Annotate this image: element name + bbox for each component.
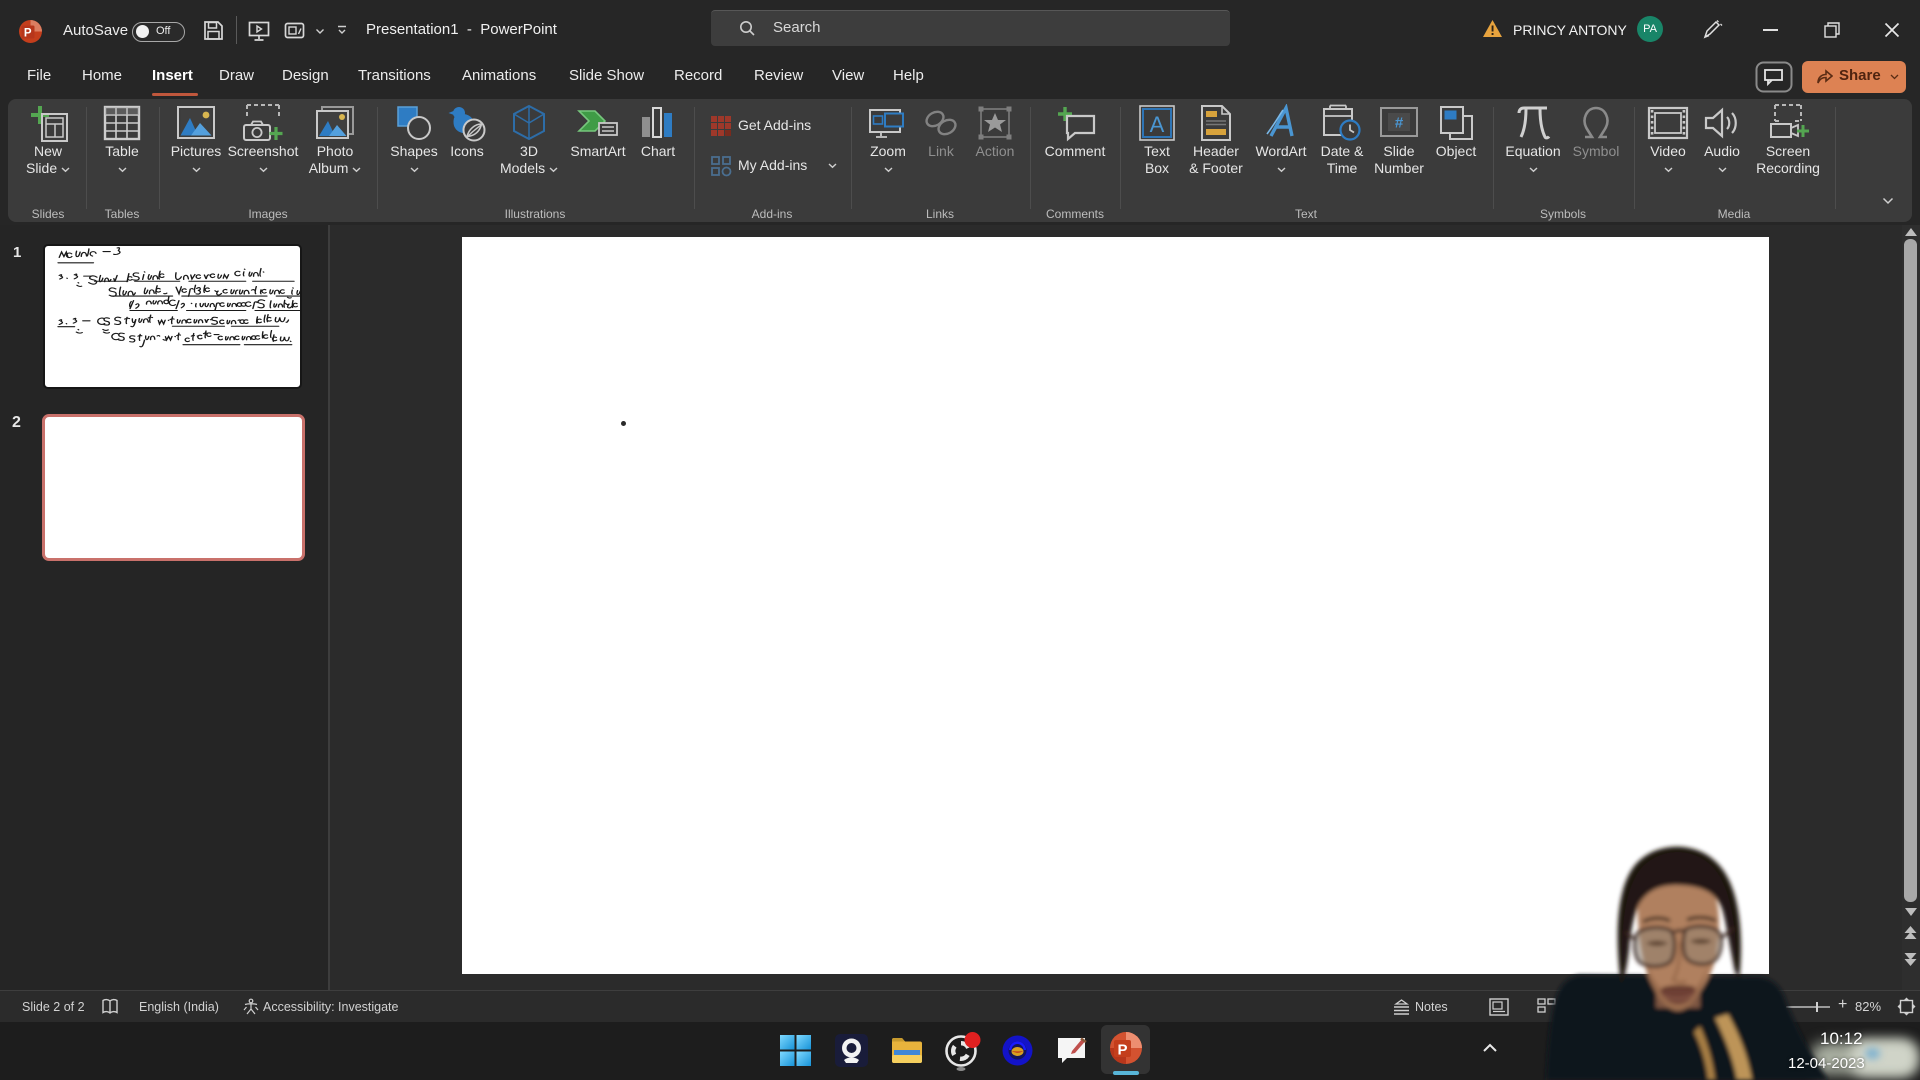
svg-text:P: P [24, 28, 32, 40]
svg-text:#: # [1395, 115, 1404, 132]
svg-text:P: P [1117, 1042, 1127, 1059]
svg-text:A: A [1150, 112, 1165, 137]
